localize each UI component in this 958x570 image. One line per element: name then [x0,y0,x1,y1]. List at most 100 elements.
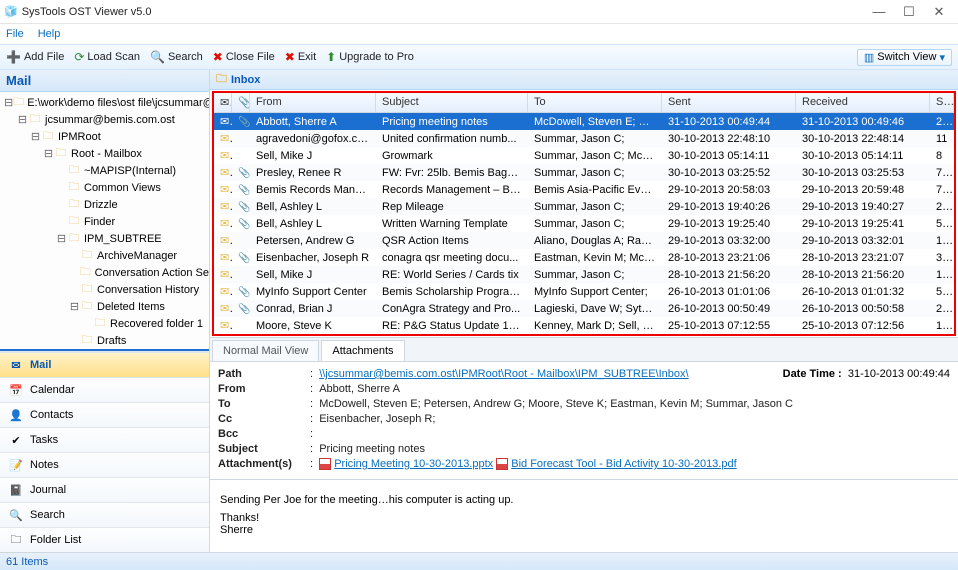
nav-item[interactable]: 📓Journal [0,477,209,502]
tree-node[interactable]: 🗀Finder [0,213,209,230]
tree-node[interactable]: ⊟🗀Root - Mailbox [0,145,209,162]
tree-label: Common Views [84,182,161,194]
col-size[interactable]: Size(KB) [930,93,954,112]
nav-item[interactable]: 🗀Folder List [0,527,209,552]
nav-item[interactable]: ✉Mail [0,352,209,377]
attachment-2[interactable]: Bid Forecast Tool - Bid Activity 10-30-2… [511,458,736,470]
message-row[interactable]: ✉📎Bemis Records Managemen...Records Mana… [214,181,954,198]
nav-label: Notes [30,459,59,471]
cell-size: 11 [930,133,954,145]
tree-node[interactable]: ⊟🗀Deleted Items [0,298,209,315]
col-received[interactable]: Received [796,93,930,112]
upgrade-button[interactable]: ⬆Upgrade to Pro [326,51,414,63]
nav-item[interactable]: ✔Tasks [0,427,209,452]
tree-node[interactable]: ⊟🗀jcsummar@bemis.com.ost [0,111,209,128]
tree-toggle-icon[interactable]: ⊟ [69,300,80,313]
envelope-icon: ✉ [220,201,232,213]
message-row[interactable]: ✉📎Bell, Ashley LWritten Warning Template… [214,215,954,232]
search-button[interactable]: 🔍Search [150,51,203,63]
col-attach[interactable]: 📎 [232,93,250,112]
message-row[interactable]: ✉📎Conrad, Brian JConAgra Strategy and Pr… [214,300,954,317]
tree-node[interactable]: ⊟🗀IPMRoot [0,128,209,145]
nav-list: ✉Mail📅Calendar👤Contacts✔Tasks📝Notes📓Jour… [0,352,209,552]
attachment-1[interactable]: Pricing Meeting 10-30-2013.pptx [334,458,493,470]
tree-toggle-icon[interactable]: ⊟ [43,147,54,160]
cell-sent: 30-10-2013 22:48:10 [662,133,796,145]
message-row[interactable]: ✉📎Presley, Renee RFW: Fvr: 25lb. Bemis B… [214,164,954,181]
nav-item[interactable]: 👤Contacts [0,402,209,427]
tree-node[interactable]: ⊟🗀E:\work\demo files\ost file\jcsummar@b [0,94,209,111]
cell-to: Summar, Jason C; [528,269,662,281]
cell-received: 26-10-2013 01:01:32 [796,286,930,298]
search-icon: 🔍 [150,51,165,63]
tree-node[interactable]: 🗀Conversation Action Se [0,264,209,281]
nav-icon: 👤 [8,409,24,422]
path-link[interactable]: \\jcsummar@bemis.com.ost\IPMRoot\Root - … [319,368,688,380]
cell-from: Bell, Ashley L [250,218,376,230]
tree-node[interactable]: 🗀Drizzle [0,196,209,213]
cell-size: 8 [930,150,954,162]
minimize-button[interactable]: — [864,4,894,19]
cell-to: MyInfo Support Center; [528,286,662,298]
grid-header[interactable]: ✉ 📎 From Subject To Sent Received Size(K… [214,93,954,113]
nav-item[interactable]: 📅Calendar [0,377,209,402]
menu-file[interactable]: File [6,28,24,40]
exit-button[interactable]: ✖Exit [285,51,316,63]
close-window-button[interactable]: ✕ [924,4,954,20]
col-from[interactable]: From [250,93,376,112]
cell-subject: Growmark [376,150,528,162]
tree-toggle-icon[interactable]: ⊟ [17,113,28,126]
tab-attachments[interactable]: Attachments [321,340,404,361]
col-subject[interactable]: Subject [376,93,528,112]
cell-size: 17 [930,235,954,247]
path-value: : \\jcsummar@bemis.com.ost\IPMRoot\Root … [310,368,783,380]
nav-item[interactable]: 🔍Search [0,502,209,527]
folder-tree[interactable]: ⊟🗀E:\work\demo files\ost file\jcsummar@b… [0,92,209,352]
switch-view-button[interactable]: ▥ Switch View ▾ [857,49,952,66]
nav-label: Search [30,509,65,521]
tree-node[interactable]: 🗀Common Views [0,179,209,196]
cell-received: 28-10-2013 21:56:20 [796,269,930,281]
tree-label: Deleted Items [97,301,165,313]
add-file-button[interactable]: ➕Add File [6,51,64,63]
window-title: SysTools OST Viewer v5.0 [22,6,864,18]
maximize-button[interactable]: ☐ [894,4,924,20]
message-row[interactable]: ✉📎Bell, Ashley LRep MileageSummar, Jason… [214,198,954,215]
tree-node[interactable]: 🗀Recovered folder 1 [0,315,209,332]
message-row[interactable]: ✉📎Abbott, Sherre APricing meeting notesM… [214,113,954,130]
tab-normal-mail[interactable]: Normal Mail View [212,340,319,361]
cell-subject: RE: World Series / Cards tix [376,269,528,281]
message-row[interactable]: ✉📎Eisenbacher, Joseph Rconagra qsr meeti… [214,249,954,266]
message-row[interactable]: ✉Sell, Mike JRE: World Series / Cards ti… [214,266,954,283]
cell-from: Conrad, Brian J [250,303,376,315]
cell-from: Bell, Ashley L [250,201,376,213]
tree-node[interactable]: ⊟🗀IPM_SUBTREE [0,230,209,247]
menu-help[interactable]: Help [38,28,61,40]
close-file-button[interactable]: ✖Close File [213,51,275,63]
message-row[interactable]: ✉Petersen, Andrew GQSR Action ItemsAlian… [214,232,954,249]
tree-node[interactable]: 🗀ArchiveManager [0,247,209,264]
message-row[interactable]: ✉Sell, Mike JGrowmarkSummar, Jason C; Mc… [214,147,954,164]
tree-node[interactable]: 🗀Conversation History [0,281,209,298]
col-to[interactable]: To [528,93,662,112]
col-icon[interactable]: ✉ [214,93,232,112]
tree-toggle-icon[interactable]: ⊟ [56,232,67,245]
message-row[interactable]: ✉Moore, Steve KRE: P&G Status Update 10-… [214,317,954,334]
message-row[interactable]: ✉agravedoni@gofox.comUnited confirmation… [214,130,954,147]
attachment-icon: 📎 [238,184,250,196]
load-scan-button[interactable]: ⟳Load Scan [74,51,140,63]
cell-from: Abbott, Sherre A [250,116,376,128]
cell-from: Bemis Records Managemen... [250,184,376,196]
tree-toggle-icon[interactable]: ⊟ [30,130,41,143]
folder-icon: 🗀 [54,144,68,163]
cell-size: 2055 [930,116,954,128]
tree-node[interactable]: 🗀~MAPISP(Internal) [0,162,209,179]
tree-label: ~MAPISP(Internal) [84,165,176,177]
tree-node[interactable]: 🗀Drafts [0,332,209,349]
col-sent[interactable]: Sent [662,93,796,112]
menu-bar: File Help [0,24,958,44]
nav-item[interactable]: 📝Notes [0,452,209,477]
cell-received: 29-10-2013 20:59:48 [796,184,930,196]
message-row[interactable]: ✉📎MyInfo Support CenterBemis Scholarship… [214,283,954,300]
tree-toggle-icon[interactable]: ⊟ [4,96,13,109]
